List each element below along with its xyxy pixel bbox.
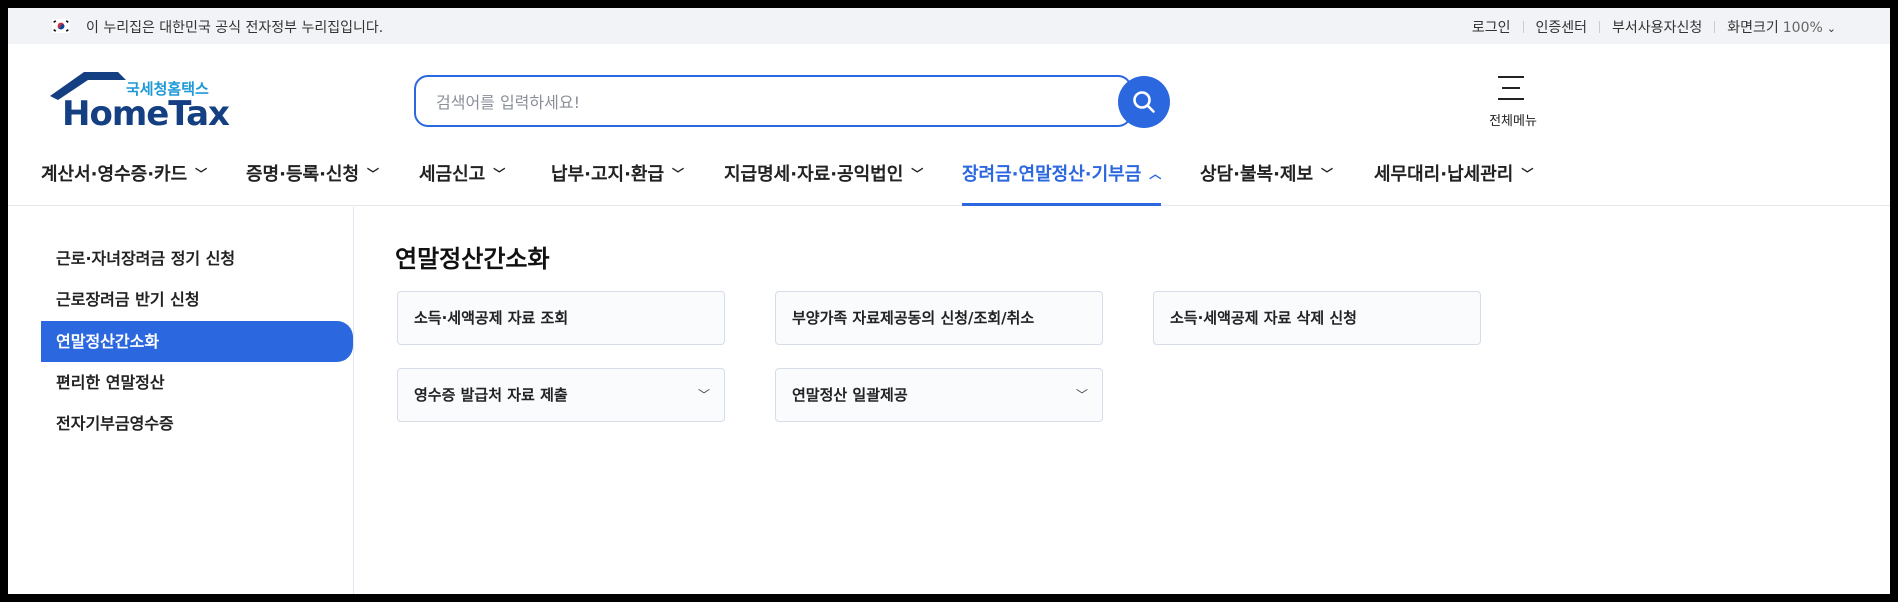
side-item-semiannual-incentive[interactable]: 근로장려금 반기 신청 bbox=[41, 279, 353, 320]
korea-flag-icon bbox=[52, 19, 70, 33]
gnb-tab-label: 납부·고지·환급 bbox=[551, 164, 665, 185]
gnb-tab-payment-statement[interactable]: 지급명세·자료·공익법인 ﹀ bbox=[724, 160, 923, 206]
side-item-e-donation-receipt[interactable]: 전자기부금영수증 bbox=[41, 403, 353, 444]
card-label: 소득·세액공제 자료 조회 bbox=[414, 309, 569, 327]
dept-user-link[interactable]: 부서사용자신청 bbox=[1600, 17, 1714, 37]
chevron-down-icon: ﹀ bbox=[1321, 167, 1334, 181]
chevron-down-icon: ﹀ bbox=[672, 167, 685, 181]
card-dependent-consent[interactable]: 부양가족 자료제공동의 신청/조회/취소 bbox=[775, 291, 1103, 345]
login-link[interactable]: 로그인 bbox=[1460, 17, 1523, 37]
gov-notice-text: 이 누리집은 대한민국 공식 전자정부 누리집입니다. bbox=[86, 20, 384, 36]
gnb-tab-tax-filing[interactable]: 세금신고 ﹀ bbox=[419, 160, 505, 206]
chevron-down-icon: ﹀ bbox=[367, 167, 380, 181]
gnb-tab-tax-agent[interactable]: 세무대리·납세관리 ﹀ bbox=[1374, 160, 1533, 206]
card-receipt-submit[interactable]: 영수증 발급처 자료 제출 ﹀ bbox=[397, 368, 725, 422]
chevron-down-icon: ⌄ bbox=[1826, 22, 1836, 35]
gnb-tab-certificate[interactable]: 증명·등록·신청 ﹀ bbox=[246, 160, 379, 206]
card-label: 부양가족 자료제공동의 신청/조회/취소 bbox=[792, 309, 1035, 327]
chevron-up-icon: ︿ bbox=[1149, 167, 1162, 181]
gnb-tab-label: 세무대리·납세관리 bbox=[1374, 164, 1514, 185]
chevron-down-icon: ﹀ bbox=[195, 167, 208, 181]
hamburger-icon bbox=[1498, 76, 1524, 109]
gnb-tab-label: 세금신고 bbox=[419, 164, 486, 185]
card-label: 소득·세액공제 자료 삭제 신청 bbox=[1170, 309, 1357, 327]
card-bulk-provide[interactable]: 연말정산 일괄제공 ﹀ bbox=[775, 368, 1103, 422]
gnb-tab-label: 상담·불복·제보 bbox=[1200, 164, 1314, 185]
gnb-tab-payment[interactable]: 납부·고지·환급 ﹀ bbox=[551, 160, 684, 206]
search-button[interactable] bbox=[1118, 76, 1170, 128]
gnb-tab-label: 증명·등록·신청 bbox=[246, 164, 360, 185]
chevron-down-icon: ﹀ bbox=[911, 167, 924, 181]
gnb-tab-label: 장려금·연말정산·기부금 bbox=[962, 164, 1142, 185]
gnb-tab-incentive[interactable]: 장려금·연말정산·기부금 ︿ bbox=[962, 160, 1162, 206]
gnb-tab-invoice[interactable]: 계산서·영수증·카드 ﹀ bbox=[41, 160, 207, 206]
cert-center-link[interactable]: 인증센터 bbox=[1524, 17, 1600, 37]
chevron-down-icon: ﹀ bbox=[493, 167, 506, 181]
page-title: 연말정산간소화 bbox=[395, 245, 550, 273]
card-label: 영수증 발급처 자료 제출 bbox=[414, 386, 568, 404]
zoom-control[interactable]: 화면크기 100% ⌄ bbox=[1715, 17, 1848, 37]
hometax-logo[interactable]: 국세청홈택스 HomeTax bbox=[48, 70, 230, 134]
gnb-tab-label: 지급명세·자료·공익법인 bbox=[724, 164, 904, 185]
side-item-earned-child-incentive[interactable]: 근로·자녀장려금 정기 신청 bbox=[41, 238, 353, 279]
search-box bbox=[414, 75, 1132, 127]
search-input[interactable] bbox=[436, 89, 1096, 115]
utility-links: 로그인 인증센터 부서사용자신청 화면크기 100% ⌄ bbox=[1460, 17, 1848, 37]
gnb-tab-label: 계산서·영수증·카드 bbox=[41, 164, 188, 185]
search-icon bbox=[1133, 91, 1155, 113]
card-deduction-inquiry[interactable]: 소득·세액공제 자료 조회 bbox=[397, 291, 725, 345]
main-navigation: 계산서·영수증·카드 ﹀ 증명·등록·신청 ﹀ 세금신고 ﹀ 납부·고지·환급 ﹀ 지급… bbox=[8, 148, 1890, 206]
side-item-convenient-year-end[interactable]: 편리한 연말정산 bbox=[41, 362, 353, 403]
chevron-down-icon: ﹀ bbox=[697, 388, 710, 402]
all-menu-button[interactable]: 전체메뉴 bbox=[1478, 74, 1548, 130]
zoom-label: 화면크기 bbox=[1727, 20, 1779, 36]
browser-page: 이 누리집은 대한민국 공식 전자정부 누리집입니다. 로그인 인증센터 부서사… bbox=[8, 8, 1890, 594]
card-deduction-delete[interactable]: 소득·세액공제 자료 삭제 신청 bbox=[1153, 291, 1481, 345]
gov-notice-bar: 이 누리집은 대한민국 공식 전자정부 누리집입니다. 로그인 인증센터 부서사… bbox=[8, 8, 1890, 44]
side-item-year-end-simplified[interactable]: 연말정산간소화 bbox=[41, 321, 353, 362]
gnb-tab-consult[interactable]: 상담·불복·제보 ﹀ bbox=[1200, 160, 1333, 206]
side-menu: 근로·자녀장려금 정기 신청 근로장려금 반기 신청 연말정산간소화 편리한 연… bbox=[8, 207, 354, 594]
logo-wordmark: HomeTax bbox=[62, 94, 230, 134]
chevron-down-icon: ﹀ bbox=[1075, 388, 1088, 402]
chevron-down-icon: ﹀ bbox=[1521, 167, 1534, 181]
card-label: 연말정산 일괄제공 bbox=[792, 386, 908, 404]
zoom-value: 100% bbox=[1782, 20, 1823, 36]
all-menu-label: 전체메뉴 bbox=[1489, 114, 1537, 129]
